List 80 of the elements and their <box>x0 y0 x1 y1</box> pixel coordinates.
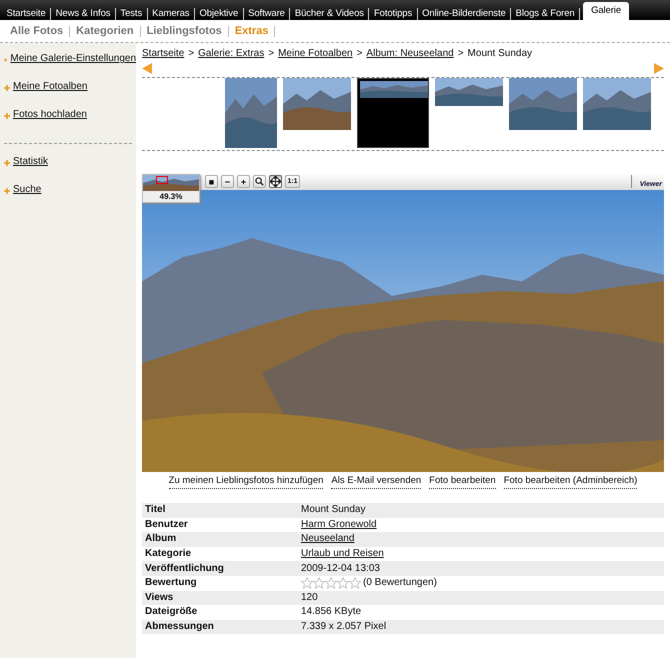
detail-label: Album <box>142 532 298 547</box>
photo-thumbnail[interactable] <box>225 78 277 148</box>
action-link[interactable]: Zu meinen Lieblingsfotos hinzufügen <box>168 475 324 489</box>
star-icon[interactable] <box>349 577 361 590</box>
move-tool-button[interactable] <box>269 175 282 188</box>
zoom-reading: 49.3% <box>158 191 184 202</box>
detail-value: Mount Sunday <box>298 503 664 518</box>
detail-link[interactable]: Urlaub und Reisen <box>301 548 384 560</box>
zoom-tool-button[interactable]: ■ <box>205 175 218 188</box>
viewport-frame[interactable] <box>156 176 168 184</box>
subnav-tab[interactable]: Alle Fotos <box>4 26 70 36</box>
detail-value: 2009-12-04 13:03 <box>298 561 664 576</box>
sidebar-link[interactable]: Fotos hochladen <box>13 109 87 120</box>
sidebar-link[interactable]: Meine Fotoalben <box>13 81 88 92</box>
detail-label: Bewertung <box>142 576 298 591</box>
nav-tab[interactable]: Kameras <box>148 8 195 20</box>
photo-thumbnail[interactable] <box>283 78 351 130</box>
nav-tab[interactable]: News & Infos <box>51 8 116 20</box>
move-arrows-icon <box>270 176 281 187</box>
nav-tab[interactable]: Blogs & Foren <box>511 8 580 20</box>
detail-link[interactable]: Harm Gronewold <box>301 518 377 530</box>
subnav-tab[interactable]: Lieblingsfotos <box>140 26 229 36</box>
star-icon[interactable] <box>313 577 325 590</box>
magnifier-icon <box>255 177 264 186</box>
photo-placeholder <box>360 81 426 98</box>
photo-thumbnail[interactable] <box>583 78 651 130</box>
breadcrumb-link[interactable]: Album: Neuseeland <box>366 48 454 61</box>
detail-value: 120 <box>298 590 664 606</box>
photo-placeholder <box>143 175 199 191</box>
breadcrumb-link[interactable]: Startseite <box>142 48 184 61</box>
breadcrumb-separator: > <box>188 48 194 61</box>
nav-tab[interactable]: Bücher & Videos <box>290 8 370 20</box>
plus-icon <box>4 113 10 119</box>
action-link[interactable]: Als E-Mail versenden <box>331 475 422 489</box>
detail-label: Abmessungen <box>142 620 298 634</box>
sidebar-link[interactable]: Statistik <box>13 156 48 167</box>
subnav-tab[interactable]: Kategorien <box>70 26 141 36</box>
star-icon[interactable] <box>301 577 313 590</box>
selected-thumbnail[interactable] <box>357 78 429 148</box>
detail-value: 14.856 KByte <box>298 605 664 620</box>
detail-label: Dateigröße <box>142 605 298 620</box>
star-icon[interactable] <box>325 577 337 590</box>
sidebar-link[interactable]: Meine Galerie-Einstellungen <box>10 53 136 64</box>
rating-count: (0 Bewertungen) <box>363 577 437 590</box>
detail-label: Kategorie <box>142 546 298 562</box>
breadcrumb-current: Mount Sunday <box>468 48 532 61</box>
detail-value: 7.339 x 2.057 Pixel <box>298 620 664 634</box>
nav-tab[interactable]: Galerie <box>583 2 630 20</box>
nav-tab[interactable]: Software <box>244 8 290 20</box>
detail-label: Benutzer <box>142 518 298 532</box>
sidebar-link[interactable]: Suche <box>13 184 42 195</box>
right-arrow-icon[interactable] <box>654 63 664 74</box>
detail-label: Veröffentlichung <box>142 561 298 576</box>
breadcrumb-separator: > <box>268 48 274 61</box>
detail-label: Views <box>142 590 298 606</box>
navigator-panel[interactable]: 49.3% <box>142 174 200 203</box>
zoom-tool-button[interactable]: − <box>221 175 234 188</box>
breadcrumb-separator: > <box>458 48 464 61</box>
nav-tab[interactable]: Tests <box>116 8 148 20</box>
action-link[interactable]: Foto bearbeiten <box>429 475 496 489</box>
nav-tab[interactable]: Objektive <box>194 8 244 20</box>
plus-icon <box>4 188 10 194</box>
photo-thumbnail[interactable] <box>435 78 503 106</box>
detail-label: Titel <box>142 503 298 518</box>
plus-icon <box>4 57 8 63</box>
plus-icon <box>4 85 10 91</box>
photo-thumbnail[interactable] <box>509 78 577 130</box>
breadcrumb-link[interactable]: Galerie: Extras <box>198 48 264 61</box>
breadcrumb-link[interactable]: Meine Fotoalben <box>278 48 353 61</box>
zoom-tool-button[interactable]: + <box>237 175 250 188</box>
search-tool-button[interactable] <box>253 175 266 188</box>
nav-tab[interactable]: Fototipps <box>369 8 418 20</box>
detail-link[interactable]: Neuseeland <box>301 533 354 544</box>
nav-tab[interactable]: Online-Bilderdienste <box>418 8 512 20</box>
nav-tab[interactable]: Startseite <box>2 8 52 20</box>
left-arrow-icon[interactable] <box>142 63 152 74</box>
star-icon[interactable] <box>337 577 349 590</box>
breadcrumb-separator: > <box>356 48 362 61</box>
plus-icon <box>4 160 10 166</box>
action-link[interactable]: Foto bearbeiten (Adminbereich) <box>504 475 638 489</box>
